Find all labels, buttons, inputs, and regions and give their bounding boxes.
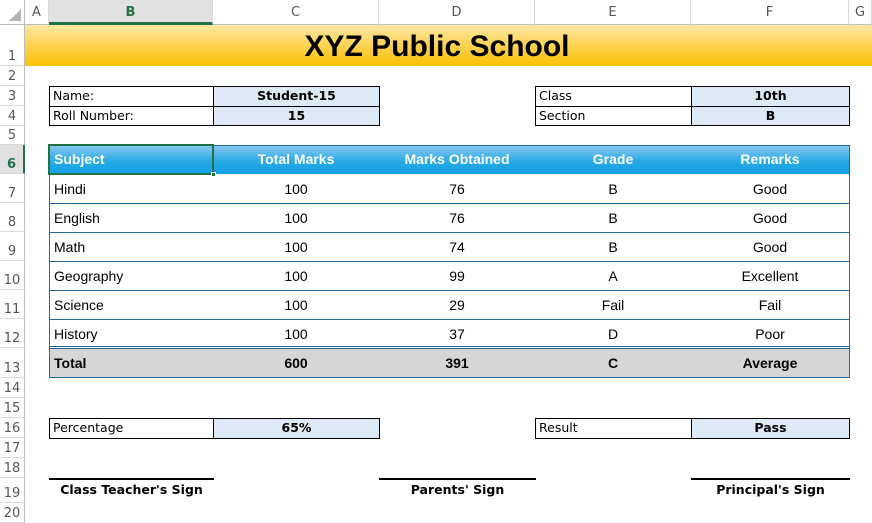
- row-header-8[interactable]: 8: [0, 203, 25, 232]
- cell-marks-obtained[interactable]: 76: [379, 204, 535, 232]
- cell-subject[interactable]: Hindi: [50, 175, 213, 203]
- table-row: Math 100 74 B Good: [50, 233, 849, 261]
- cell-remarks[interactable]: Good: [691, 233, 849, 261]
- section-label: Section: [535, 106, 692, 126]
- cell-total-label[interactable]: Total: [50, 349, 213, 377]
- table-row: Geography 100 99 A Excellent: [50, 262, 849, 290]
- row-header-13[interactable]: 13: [0, 348, 25, 378]
- table-row: Science 100 29 Fail Fail: [50, 291, 849, 319]
- cell-overall-grade[interactable]: C: [535, 349, 691, 377]
- cell-remarks[interactable]: Good: [691, 175, 849, 203]
- cell-subject[interactable]: Science: [50, 291, 213, 319]
- cell-subject[interactable]: History: [50, 320, 213, 348]
- row-header-3[interactable]: 3: [0, 86, 25, 106]
- parents-sign-label: Parents' Sign: [410, 482, 505, 497]
- name-value-cell[interactable]: Student-15: [213, 86, 380, 107]
- principal-sign-label: Principal's Sign: [716, 482, 825, 497]
- header-grade[interactable]: Grade: [535, 145, 691, 174]
- cell-grade[interactable]: D: [535, 320, 691, 348]
- school-title[interactable]: XYZ Public School: [25, 25, 849, 66]
- cell-marks-obtained[interactable]: 99: [379, 262, 535, 290]
- row-header-10[interactable]: 10: [0, 261, 25, 290]
- column-header-g[interactable]: G: [849, 0, 872, 25]
- column-header-a[interactable]: A: [25, 0, 49, 25]
- row-header-15[interactable]: 15: [0, 398, 25, 418]
- cell-grade[interactable]: B: [535, 233, 691, 261]
- cell-total-marks[interactable]: 100: [213, 320, 379, 348]
- cell-total-marks[interactable]: 100: [213, 204, 379, 232]
- select-all-corner[interactable]: [0, 0, 25, 25]
- row-header-4[interactable]: 4: [0, 106, 25, 126]
- column-header-d[interactable]: D: [379, 0, 535, 25]
- row-header-5[interactable]: 5: [0, 126, 25, 145]
- column-header-f[interactable]: F: [691, 0, 849, 25]
- row-header-2[interactable]: 2: [0, 66, 25, 86]
- cell-total-marks[interactable]: 100: [213, 262, 379, 290]
- cell-remarks[interactable]: Good: [691, 204, 849, 232]
- cell-remarks[interactable]: Excellent: [691, 262, 849, 290]
- table-row: English 100 76 B Good: [50, 204, 849, 232]
- column-header-c[interactable]: C: [213, 0, 379, 25]
- row-header-11[interactable]: 11: [0, 290, 25, 319]
- row-header-7[interactable]: 7: [0, 174, 25, 203]
- cell-marks-obtained[interactable]: 74: [379, 233, 535, 261]
- cell-total-marks-sum[interactable]: 600: [213, 349, 379, 377]
- header-total-marks[interactable]: Total Marks: [213, 145, 379, 174]
- cell-grade[interactable]: A: [535, 262, 691, 290]
- row-header-1[interactable]: 1: [0, 25, 25, 66]
- class-value-cell[interactable]: 10th: [691, 86, 850, 107]
- column-header-b[interactable]: B: [49, 0, 213, 25]
- row-header-12[interactable]: 12: [0, 319, 25, 348]
- row-header-19[interactable]: 19: [0, 478, 25, 503]
- row-header-18[interactable]: 18: [0, 458, 25, 478]
- cell-grade[interactable]: B: [535, 204, 691, 232]
- cell-remarks[interactable]: Poor: [691, 320, 849, 348]
- selected-cell-outline: [48, 144, 214, 175]
- result-value-cell[interactable]: Pass: [691, 418, 850, 439]
- cell-total-marks[interactable]: 100: [213, 175, 379, 203]
- row-header-14[interactable]: 14: [0, 378, 25, 398]
- roll-number-label: Roll Number:: [49, 106, 214, 126]
- percentage-label: Percentage: [49, 418, 214, 439]
- table-row: History 100 37 D Poor: [50, 320, 849, 346]
- header-marks-obtained[interactable]: Marks Obtained: [379, 145, 535, 174]
- result-label: Result: [535, 418, 692, 439]
- row-header-9[interactable]: 9: [0, 232, 25, 261]
- row-header-6[interactable]: 6: [0, 145, 25, 174]
- class-label: Class: [535, 86, 692, 107]
- parents-sign-line: [379, 478, 536, 480]
- row-header-20[interactable]: 20: [0, 503, 25, 523]
- cell-marks-obtained[interactable]: 37: [379, 320, 535, 348]
- cell-total-marks[interactable]: 100: [213, 291, 379, 319]
- header-remarks[interactable]: Remarks: [691, 145, 849, 174]
- principal-sign-line: [691, 478, 850, 480]
- section-value-cell[interactable]: B: [691, 106, 850, 126]
- cell-marks-obtained[interactable]: 29: [379, 291, 535, 319]
- row-header-17[interactable]: 17: [0, 438, 25, 458]
- row-header-16[interactable]: 16: [0, 418, 25, 438]
- cell-total-marks[interactable]: 100: [213, 233, 379, 261]
- cell-subject[interactable]: Math: [50, 233, 213, 261]
- table-row: Hindi 100 76 B Good: [50, 175, 849, 203]
- roll-number-value-cell[interactable]: 15: [213, 106, 380, 126]
- teacher-sign-line: [49, 478, 214, 480]
- cell-overall-remarks[interactable]: Average: [691, 349, 849, 377]
- total-row: Total 600 391 C Average: [50, 349, 849, 377]
- cell-subject[interactable]: Geography: [50, 262, 213, 290]
- cell-grade[interactable]: B: [535, 175, 691, 203]
- cell-grade[interactable]: Fail: [535, 291, 691, 319]
- name-label: Name:: [49, 86, 214, 107]
- cell-subject[interactable]: English: [50, 204, 213, 232]
- select-all-triangle-icon: [9, 9, 21, 21]
- cell-marks-obtained-sum[interactable]: 391: [379, 349, 535, 377]
- cell-marks-obtained[interactable]: 76: [379, 175, 535, 203]
- cell-remarks[interactable]: Fail: [691, 291, 849, 319]
- percentage-value-cell[interactable]: 65%: [213, 418, 380, 439]
- teacher-sign-label: Class Teacher's Sign: [60, 482, 203, 497]
- column-header-e[interactable]: E: [535, 0, 691, 25]
